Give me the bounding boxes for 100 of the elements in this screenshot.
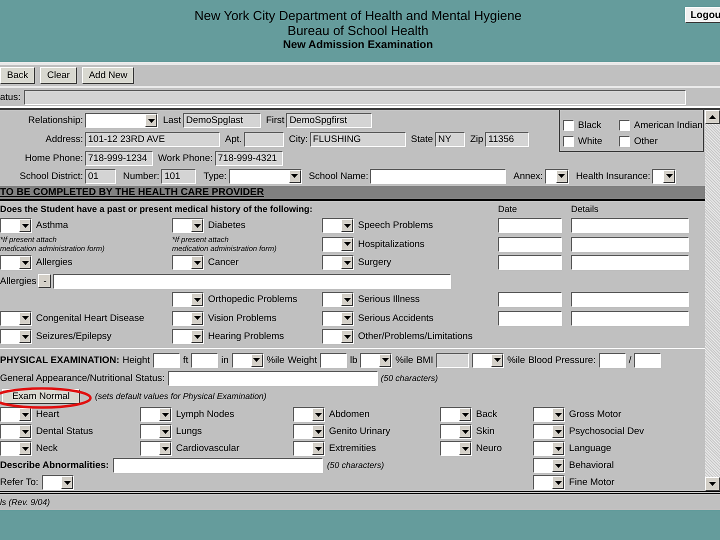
text-field[interactable] (370, 168, 506, 184)
date-field[interactable] (498, 310, 562, 326)
text-field[interactable]: NY (435, 132, 466, 147)
details-field[interactable] (571, 310, 689, 326)
checkbox[interactable] (619, 120, 630, 131)
caret-icon (462, 446, 468, 450)
condition-dropdown[interactable] (322, 255, 354, 270)
field-label: School District: (18, 170, 83, 182)
text-field[interactable]: FLUSHING (310, 132, 406, 147)
number-field[interactable] (598, 352, 626, 368)
field-label: Height (122, 354, 150, 366)
text-field[interactable]: 718-999-1234 (85, 151, 153, 166)
field-label: Refer To: (0, 476, 38, 489)
remove-button[interactable]: - (38, 274, 52, 288)
toolbar-button[interactable]: Back (0, 67, 36, 84)
caret-icon (314, 430, 322, 434)
condition-dropdown[interactable] (0, 310, 32, 326)
checkbox[interactable] (619, 136, 630, 147)
hint-text: (50 characters) (380, 372, 438, 384)
exam-dropdown[interactable] (533, 407, 565, 422)
caret-icon (194, 298, 200, 302)
status-label: atus: (0, 90, 21, 104)
number-field[interactable] (320, 352, 347, 368)
toolbar-button[interactable]: Clear (40, 67, 77, 84)
text-field[interactable]: 101 (161, 168, 196, 184)
date-field[interactable] (498, 218, 562, 234)
section-heading: PHYSICAL EXAMINATION: (0, 354, 120, 366)
text-field[interactable] (168, 370, 378, 386)
condition-dropdown[interactable] (322, 218, 354, 234)
type-dropdown[interactable] (228, 168, 302, 184)
condition-dropdown[interactable] (172, 310, 204, 326)
details-field[interactable] (571, 218, 689, 234)
exam-dropdown[interactable] (293, 441, 325, 456)
condition-dropdown[interactable] (172, 329, 204, 344)
text-field[interactable]: DemoSpglast (182, 113, 261, 128)
field-label: State (410, 133, 434, 146)
field-label: Zip (470, 133, 484, 146)
condition-dropdown[interactable] (172, 218, 204, 234)
caret-icon (162, 412, 168, 416)
condition-dropdown[interactable] (172, 255, 204, 270)
text-field[interactable] (244, 132, 284, 147)
checkbox[interactable] (563, 120, 574, 131)
text-field[interactable]: 101-12 23RD AVE (85, 132, 220, 147)
annex-dropdown[interactable] (544, 168, 569, 184)
exam-dropdown[interactable] (533, 441, 565, 456)
toolbar-button[interactable]: Add New (82, 67, 134, 84)
exam-dropdown[interactable] (440, 407, 472, 422)
field-label: Annex: (513, 170, 543, 183)
condition-dropdown[interactable] (0, 329, 32, 344)
exam-dropdown[interactable] (140, 407, 172, 422)
exam-dropdown[interactable] (533, 424, 565, 439)
exam-dropdown[interactable] (440, 424, 472, 439)
condition-dropdown[interactable] (172, 292, 204, 308)
checkbox[interactable] (563, 136, 574, 147)
text-field[interactable]: DemoSpgfirst (286, 113, 372, 128)
exam-dropdown[interactable] (0, 441, 32, 456)
text-field[interactable]: 01 (85, 168, 116, 184)
percentile-dropdown[interactable] (360, 352, 392, 368)
condition-dropdown[interactable] (0, 218, 32, 234)
status-field[interactable] (24, 90, 686, 104)
condition-label: Asthma (36, 219, 68, 232)
relationship-dropdown[interactable] (85, 113, 158, 128)
scrollbar[interactable] (705, 110, 720, 491)
date-field[interactable] (498, 292, 562, 308)
exam-dropdown[interactable] (0, 424, 32, 439)
exam-dropdown[interactable] (533, 458, 565, 473)
text-field[interactable]: 11356 (485, 132, 530, 147)
exam-dropdown[interactable] (440, 441, 472, 456)
exam-dropdown[interactable] (0, 407, 32, 422)
field-label: General Appearance/Nutritional Status: (0, 372, 165, 384)
condition-dropdown[interactable] (322, 329, 354, 344)
details-field[interactable] (571, 292, 689, 308)
exam-dropdown[interactable] (293, 407, 325, 422)
number-field[interactable] (191, 352, 218, 368)
refer-dropdown[interactable] (42, 475, 74, 490)
exam-dropdown[interactable] (293, 424, 325, 439)
logout-button[interactable]: Logou (685, 7, 720, 23)
exam-dropdown[interactable] (140, 441, 172, 456)
condition-dropdown[interactable] (322, 236, 354, 252)
number-field[interactable] (436, 352, 470, 368)
number-field[interactable] (152, 352, 180, 368)
percentile-dropdown[interactable] (232, 352, 264, 368)
condition-dropdown[interactable] (322, 292, 354, 308)
details-field[interactable] (571, 236, 689, 252)
details-field[interactable] (571, 255, 689, 270)
condition-dropdown[interactable] (322, 310, 354, 326)
exam-dropdown[interactable] (533, 475, 565, 490)
exam-label: Abdomen (329, 408, 370, 421)
allergies-field[interactable] (53, 274, 452, 289)
exam-dropdown[interactable] (140, 424, 172, 439)
text-field[interactable]: 718-999-4321 (214, 151, 283, 166)
checkbox-label: Other (634, 135, 658, 148)
percentile-dropdown[interactable] (472, 352, 504, 368)
insurance-dropdown[interactable] (652, 168, 676, 184)
number-field[interactable] (634, 352, 662, 368)
caret-icon (554, 430, 562, 434)
date-field[interactable] (498, 236, 562, 252)
text-field[interactable] (112, 458, 323, 473)
condition-dropdown[interactable] (0, 255, 32, 270)
date-field[interactable] (498, 255, 562, 270)
